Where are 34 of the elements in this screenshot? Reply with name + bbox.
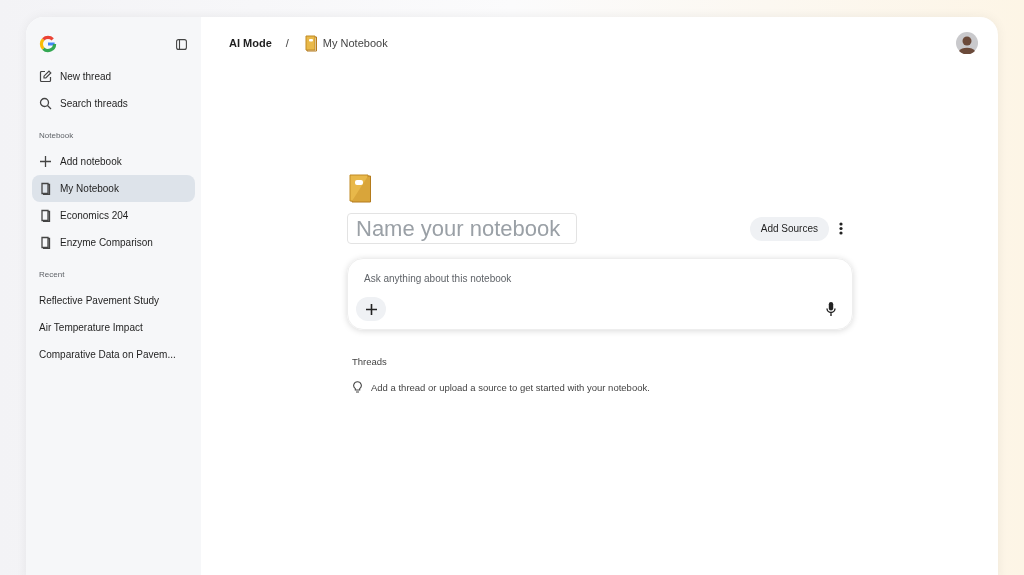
- notebook-icon: [39, 209, 52, 222]
- section-heading: Recent: [38, 269, 66, 281]
- sidebar-toggle-icon[interactable]: [176, 38, 187, 50]
- notebook-item[interactable]: Economics 204: [32, 202, 195, 229]
- avatar[interactable]: [956, 32, 978, 54]
- logo-icon: [39, 35, 57, 53]
- more-options-icon[interactable]: [839, 222, 843, 235]
- add-button[interactable]: [356, 297, 386, 321]
- recent-thread-item[interactable]: Reflective Pavement Study: [32, 287, 195, 314]
- notebook-item[interactable]: My Notebook: [32, 175, 195, 202]
- section-heading: Notebook: [38, 130, 75, 142]
- section-heading: Threads: [352, 356, 388, 367]
- breadcrumb-current: My Notebook: [322, 37, 388, 49]
- search-icon: [39, 97, 52, 110]
- sidebar-item[interactable]: Search threads: [32, 90, 195, 117]
- notebook-icon: [39, 182, 52, 195]
- notebook-icon: [39, 236, 52, 249]
- plus-icon: [39, 155, 52, 168]
- notebook-icon: [302, 34, 319, 52]
- microphone-icon[interactable]: [826, 302, 836, 316]
- plus-icon: [365, 303, 377, 315]
- empty-state-text: Add a thread or upload a source to get started with your notebook.: [371, 381, 650, 393]
- notebook-name-field[interactable]: Name your notebook: [347, 213, 577, 244]
- breadcrumb-link[interactable]: AI Mode: [229, 37, 272, 49]
- notebook-item[interactable]: Enzyme Comparison: [32, 229, 195, 256]
- edit-icon: [39, 70, 52, 83]
- recent-thread-item[interactable]: Comparative Data on Pavem...: [32, 341, 195, 368]
- notebook-item[interactable]: Add notebook: [32, 148, 195, 175]
- breadcrumb-separator: /: [285, 37, 289, 49]
- add-sources-button[interactable]: Add Sources: [749, 216, 829, 241]
- recent-thread-item[interactable]: Air Temperature Impact: [32, 314, 195, 341]
- sidebar-item[interactable]: New thread: [32, 63, 195, 90]
- lightbulb-icon: [353, 381, 362, 393]
- notebook-icon: [347, 173, 373, 203]
